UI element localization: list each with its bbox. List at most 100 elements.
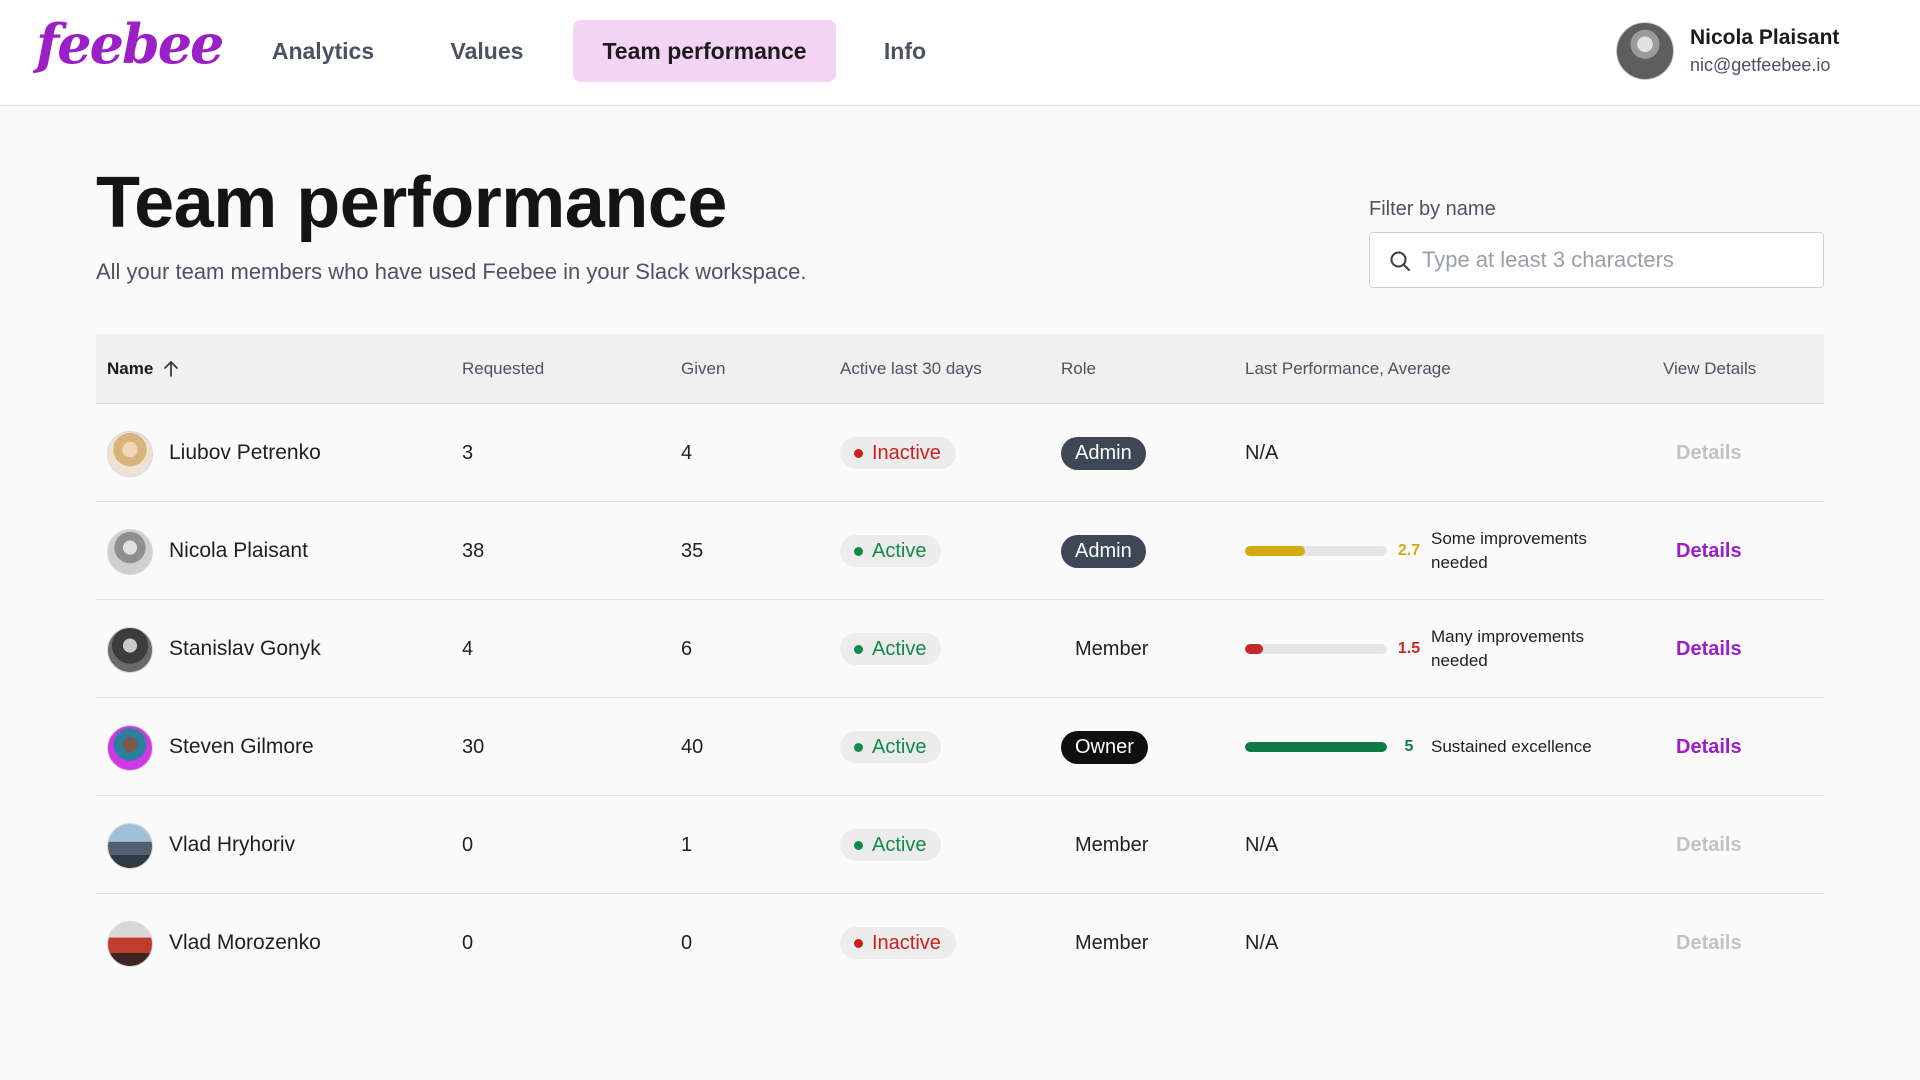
performance-bar-fill — [1245, 742, 1387, 752]
performance-cell: 2.7 Some improvements needed — [1245, 502, 1665, 600]
table-header: Name Requested Given Active last 30 days… — [96, 334, 1824, 404]
requested-count: 30 — [462, 735, 485, 758]
given-count: 1 — [681, 833, 693, 856]
status-label: Active — [872, 735, 927, 758]
column-header-name-label: Name — [107, 359, 154, 378]
member-name: Stanislav Gonyk — [169, 637, 321, 660]
details-link[interactable]: Details — [1676, 796, 1742, 894]
given-count: 35 — [681, 539, 704, 562]
role-cell: Admin — [1061, 404, 1146, 502]
column-header-given[interactable]: Given — [681, 334, 725, 404]
role-badge: Member — [1075, 931, 1149, 954]
performance-cell: 1.5 Many improvements needed — [1245, 600, 1665, 698]
user-name: Nicola Plaisant — [1690, 26, 1840, 49]
feebee-logo[interactable]: feebee — [36, 12, 224, 76]
page-title: Team performance — [96, 163, 727, 243]
status-badge: Inactive — [840, 437, 956, 469]
status-cell: Active — [840, 502, 942, 600]
status-label: Inactive — [872, 931, 941, 954]
column-header-name[interactable]: Name — [107, 334, 181, 404]
role-cell: Member — [1061, 600, 1162, 698]
filter-input[interactable] — [1422, 241, 1812, 279]
role-cell: Member — [1061, 894, 1162, 992]
performance-score: 2.7 — [1397, 542, 1421, 559]
performance-cell: N/A — [1245, 796, 1665, 894]
performance-bar — [1245, 546, 1387, 556]
details-link[interactable]: Details — [1676, 600, 1742, 698]
role-badge: Owner — [1061, 730, 1148, 764]
requested-count: 38 — [462, 539, 485, 562]
status-cell: Inactive — [840, 404, 956, 502]
user-avatar[interactable] — [1616, 22, 1674, 80]
member-name: Vlad Morozenko — [169, 931, 321, 954]
nav-team-performance[interactable]: Team performance — [573, 20, 836, 82]
details-link[interactable]: Details — [1676, 894, 1742, 992]
role-badge: Member — [1075, 637, 1149, 660]
member-avatar — [107, 627, 153, 673]
performance-cell: N/A — [1245, 404, 1665, 502]
status-cell: Active — [840, 600, 942, 698]
performance-indicator: 2.7 Some improvements needed — [1245, 527, 1627, 575]
role-badge: Admin — [1061, 436, 1146, 470]
status-badge: Inactive — [840, 927, 956, 959]
member-avatar — [107, 921, 153, 967]
performance-bar-fill — [1245, 546, 1306, 556]
details-link[interactable]: Details — [1676, 404, 1742, 502]
performance-score: 5 — [1404, 738, 1414, 755]
performance-na: N/A — [1245, 833, 1279, 856]
member-name: Nicola Plaisant — [169, 539, 308, 562]
status-badge: Active — [840, 829, 942, 861]
requested-count: 4 — [462, 637, 474, 660]
performance-na: N/A — [1245, 441, 1279, 464]
member-avatar — [107, 823, 153, 869]
table-body: Liubov Petrenko 3 4 Inactive Admin N/A D… — [96, 404, 1824, 992]
column-header-requested[interactable]: Requested — [462, 334, 544, 404]
table-row: Steven Gilmore 30 40 Active Owner 5 Susta… — [96, 698, 1824, 796]
status-label: Active — [872, 833, 927, 856]
performance-label: Many improvements needed — [1431, 627, 1585, 670]
nav-info[interactable]: Info — [866, 20, 944, 82]
details-link[interactable]: Details — [1676, 502, 1742, 600]
performance-indicator: 5 Sustained excellence — [1245, 735, 1627, 759]
table-row: Nicola Plaisant 38 35 Active Admin 2.7 So… — [96, 502, 1824, 600]
sort-ascending-icon[interactable] — [161, 359, 181, 379]
role-cell: Member — [1061, 796, 1162, 894]
column-header-role[interactable]: Role — [1061, 334, 1096, 404]
table-row: Liubov Petrenko 3 4 Inactive Admin N/A D… — [96, 404, 1824, 502]
given-count: 40 — [681, 735, 704, 758]
given-count: 0 — [681, 931, 693, 954]
nav-values[interactable]: Values — [428, 20, 546, 82]
search-icon — [1390, 251, 1410, 271]
member-avatar — [107, 431, 153, 477]
status-cell: Inactive — [840, 894, 956, 992]
performance-bar — [1245, 742, 1387, 752]
role-cell: Admin — [1061, 502, 1146, 600]
performance-label: Sustained excellence — [1431, 737, 1592, 756]
status-dot-icon — [854, 742, 863, 752]
member-name: Liubov Petrenko — [169, 441, 321, 464]
role-cell: Owner — [1061, 698, 1148, 796]
table-row: Vlad Hryhoriv 0 1 Active Member N/A Deta… — [96, 796, 1824, 894]
status-label: Active — [872, 637, 927, 660]
performance-bar-fill — [1245, 644, 1263, 654]
details-link[interactable]: Details — [1676, 698, 1742, 796]
column-header-performance[interactable]: Last Performance, Average — [1245, 334, 1451, 404]
filter-box[interactable] — [1369, 232, 1824, 288]
given-count: 6 — [681, 637, 693, 660]
performance-score: 1.5 — [1397, 640, 1421, 657]
status-dot-icon — [854, 448, 863, 458]
given-count: 4 — [681, 441, 693, 464]
role-badge: Member — [1075, 833, 1149, 856]
status-badge: Active — [840, 535, 942, 567]
requested-count: 0 — [462, 931, 474, 954]
column-header-view-details: View Details — [1663, 359, 1757, 378]
status-dot-icon — [854, 546, 863, 556]
nav-analytics[interactable]: Analytics — [248, 20, 398, 82]
status-cell: Active — [840, 698, 942, 796]
role-badge: Admin — [1061, 534, 1146, 568]
status-badge: Active — [840, 731, 942, 763]
member-avatar — [107, 725, 153, 771]
status-dot-icon — [854, 644, 863, 654]
column-header-active[interactable]: Active last 30 days — [840, 334, 982, 404]
performance-cell: 5 Sustained excellence — [1245, 698, 1665, 796]
